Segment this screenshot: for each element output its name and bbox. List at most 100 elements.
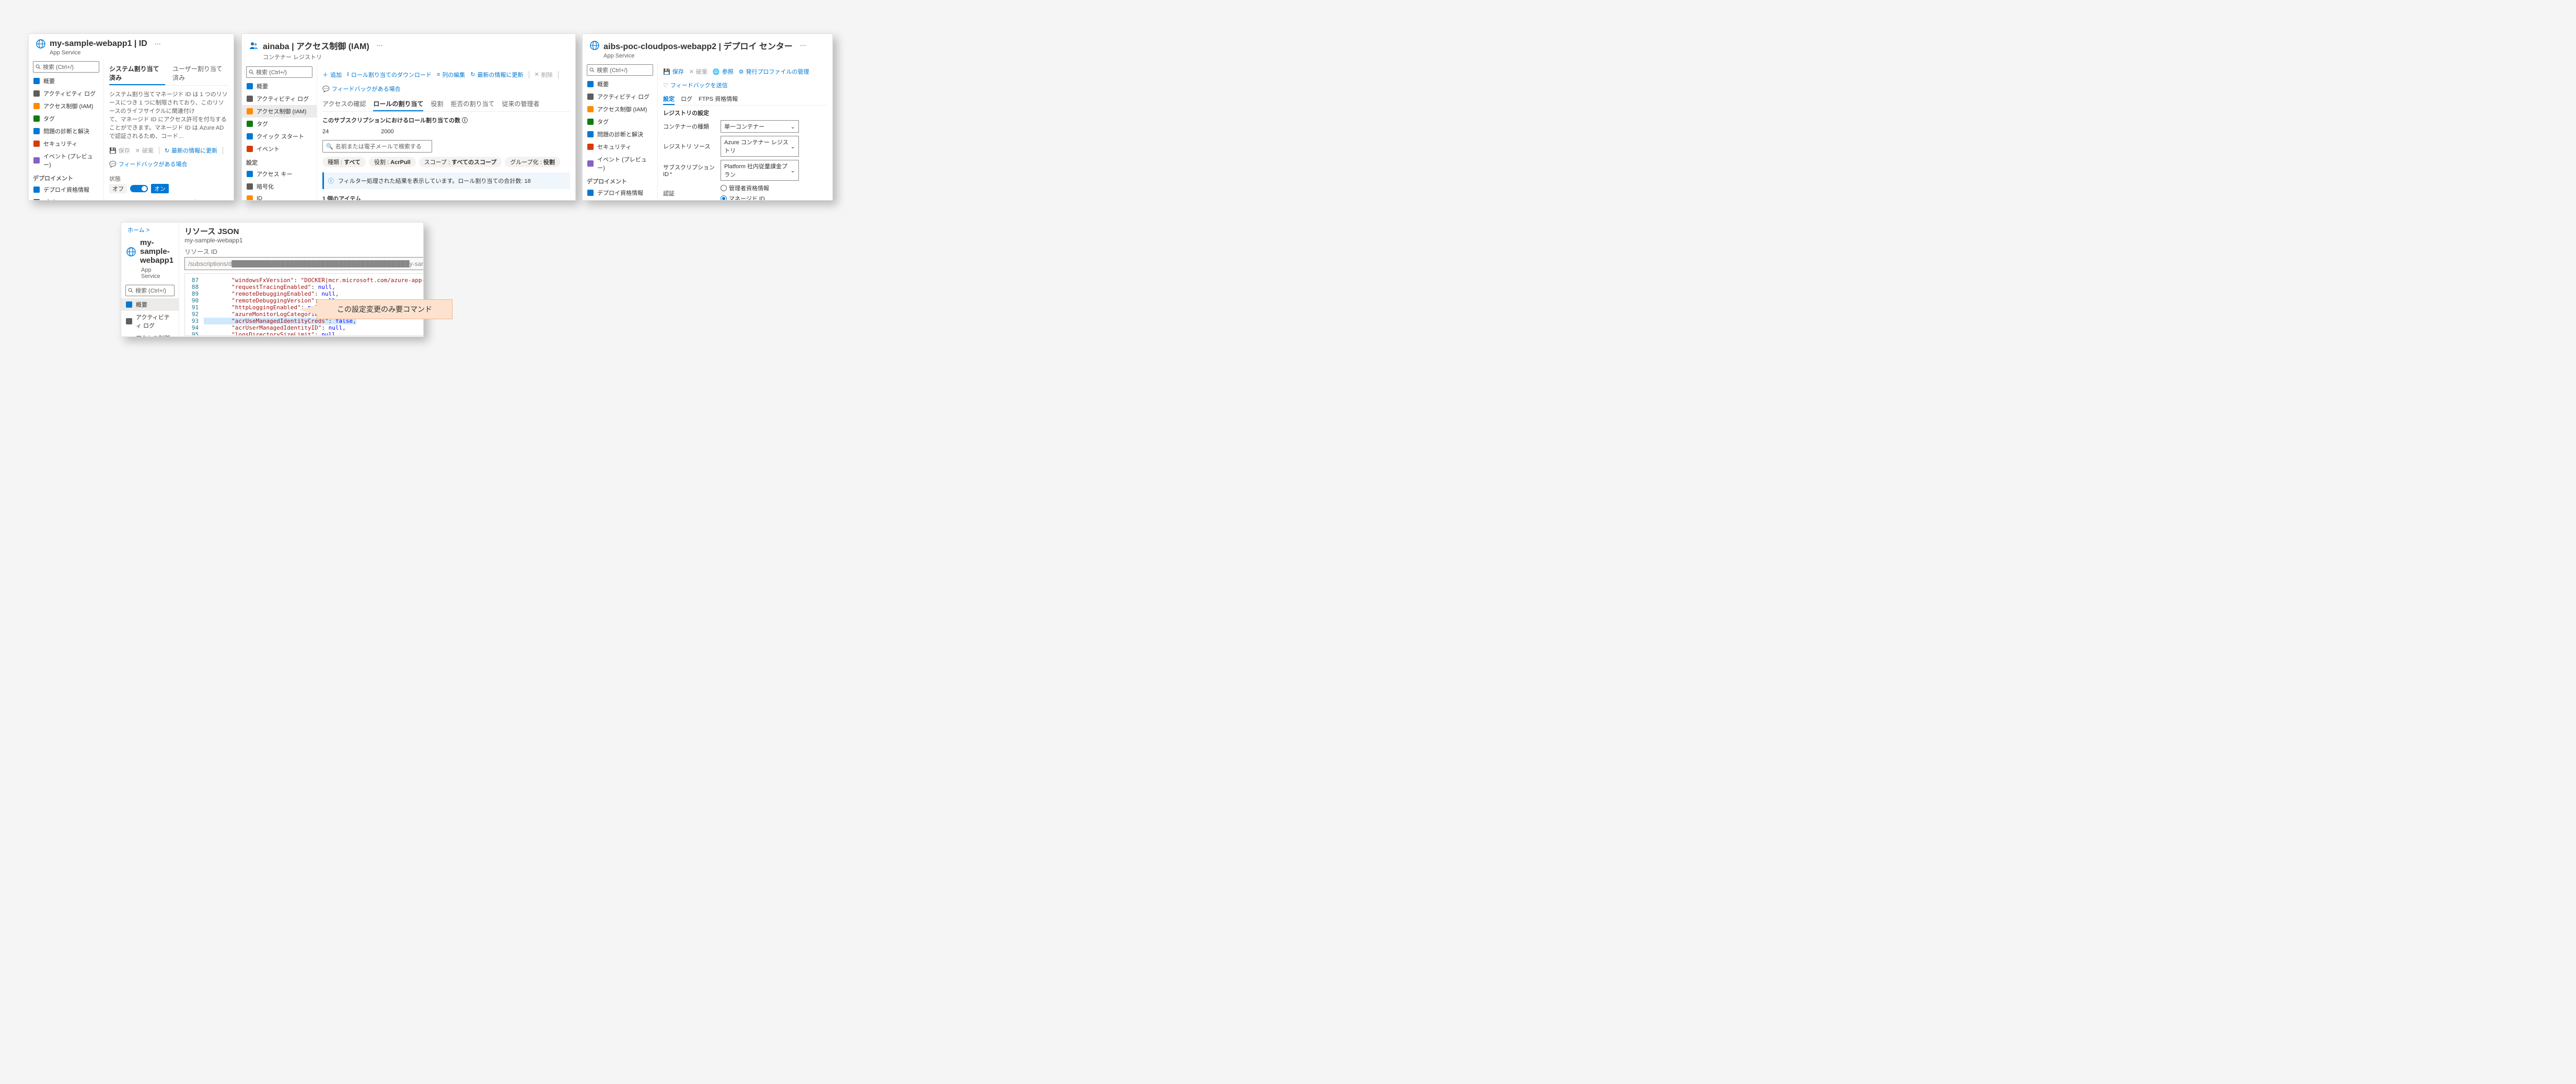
search-icon bbox=[128, 288, 133, 293]
iam-tabs: アクセスの確認 ロールの割り当て 役割 拒否の割り当て 従来の管理者 bbox=[322, 97, 570, 112]
panel-deployment-center: aibs-poc-cloudpos-webapp2 | デプロイ センター ⋯ … bbox=[582, 33, 833, 201]
delete-button: ✕削除 bbox=[535, 71, 553, 79]
refresh-button[interactable]: ↻最新の情報に更新 bbox=[470, 71, 523, 79]
filter-chip[interactable]: 種類 : すべて bbox=[322, 157, 366, 167]
menu-item-icon bbox=[587, 80, 594, 88]
search-icon bbox=[36, 64, 41, 69]
sidebar-search[interactable]: 検索 (Ctrl+/) bbox=[587, 64, 653, 76]
add-button[interactable]: ＋追加 bbox=[322, 71, 342, 79]
more-icon[interactable]: ⋯ bbox=[800, 42, 806, 49]
sidebar-item[interactable]: 概要 bbox=[29, 75, 103, 87]
sidebar-item[interactable]: アクティビティ ログ bbox=[29, 87, 103, 100]
tab-roles[interactable]: 役割 bbox=[431, 97, 443, 111]
more-icon[interactable]: ⋯ bbox=[377, 42, 383, 49]
filter-chip[interactable]: 役割 : AcrPull bbox=[369, 157, 416, 167]
menu-item-icon bbox=[246, 133, 253, 140]
sidebar-item[interactable]: タグ bbox=[583, 115, 657, 128]
registry-source-select[interactable]: Azure コンテナー レジストリ⌄ bbox=[721, 136, 799, 157]
panel3-title: aibs-poc-cloudpos-webapp2 | デプロイ センター bbox=[604, 39, 793, 52]
menu-item-icon bbox=[587, 143, 594, 150]
menu-item-icon bbox=[246, 170, 253, 178]
search-input[interactable]: 🔍名前または電子メールで検索する bbox=[322, 140, 432, 153]
tab-role-assignments[interactable]: ロールの割り当て bbox=[373, 97, 423, 111]
sidebar-item[interactable]: 概要 bbox=[583, 78, 657, 90]
columns-button[interactable]: ≡列の編集 bbox=[437, 71, 465, 79]
breadcrumb[interactable]: ホーム > bbox=[121, 223, 179, 236]
container-type-select[interactable]: 単一コンテナー⌄ bbox=[721, 120, 799, 133]
sidebar-item[interactable]: タグ bbox=[29, 112, 103, 125]
sidebar-item[interactable]: アクセス制御 (IAM) bbox=[583, 103, 657, 115]
sidebar-item[interactable]: クイック スタート bbox=[242, 130, 317, 143]
more-icon[interactable]: ⋯ bbox=[155, 40, 161, 48]
registry-section-title: レジストリの設定 bbox=[663, 109, 827, 117]
panel4-title: my-sample-webapp1 bbox=[140, 238, 173, 265]
sidebar-item[interactable]: イベント (プレビュー) bbox=[583, 153, 657, 174]
sidebar-item[interactable]: 問題の診断と解決 bbox=[583, 128, 657, 141]
chevron-down-icon: ⌄ bbox=[791, 123, 795, 130]
status-toggle[interactable]: オフ オン bbox=[109, 184, 169, 193]
resource-id-label: リソース ID bbox=[184, 247, 424, 256]
chevron-down-icon: ⌄ bbox=[791, 167, 795, 174]
auth-admin-radio[interactable]: 管理者資格情報 bbox=[721, 184, 769, 192]
menu-item-icon bbox=[246, 95, 253, 102]
tab-deny[interactable]: 拒否の割り当て bbox=[450, 97, 494, 111]
filter-chip[interactable]: グループ化 : 役割 bbox=[505, 157, 560, 167]
resource-id-field: /subscriptions/d████████████████████████… bbox=[184, 257, 424, 270]
auth-managed-radio[interactable]: マネージド ID bbox=[721, 194, 769, 201]
save-button[interactable]: 💾保存 bbox=[663, 67, 684, 76]
subscription-select[interactable]: Platform 社内従量課金プラン⌄ bbox=[721, 160, 799, 181]
sidebar-item[interactable]: デプロイ資格情報 bbox=[29, 183, 103, 196]
panel3-subtitle: App Service bbox=[583, 53, 832, 62]
count-total: 2000 bbox=[381, 129, 393, 135]
sidebar-item[interactable]: アクセス キー bbox=[242, 168, 317, 180]
feedback-button[interactable]: ♡フィードバックを送信 bbox=[663, 81, 728, 89]
feedback-button[interactable]: 💬フィードバックがある場合 bbox=[109, 160, 187, 168]
sidebar-item[interactable]: 暗号化 bbox=[242, 180, 317, 193]
sidebar-item[interactable]: デプロイ スロット bbox=[583, 199, 657, 201]
sidebar-item[interactable]: 概要 bbox=[242, 80, 317, 92]
chevron-down-icon: ⌄ bbox=[791, 143, 795, 150]
sidebar-item[interactable]: アクセス制御 (IAM) bbox=[242, 105, 317, 118]
tab-logs[interactable]: ログ bbox=[681, 94, 692, 105]
sidebar-item[interactable]: セキュリティ bbox=[583, 141, 657, 153]
counts-row: 24 2000 bbox=[322, 126, 570, 140]
sidebar-item[interactable]: アクティビティ ログ bbox=[583, 90, 657, 103]
tab-system-assigned[interactable]: システム割り当て済み bbox=[109, 62, 165, 85]
sidebar-item[interactable]: 概要 bbox=[121, 298, 179, 311]
identity-tabs: システム割り当て済み ユーザー割り当て済み bbox=[109, 62, 228, 86]
sidebar-item[interactable]: デプロイ スロット bbox=[29, 196, 103, 201]
sidebar-item[interactable]: タグ bbox=[242, 118, 317, 130]
sidebar-item[interactable]: ID bbox=[242, 193, 317, 201]
filter-chip[interactable]: スコープ : すべてのスコープ bbox=[419, 157, 502, 167]
sidebar-item[interactable]: アクセス制御 (IAM) bbox=[29, 100, 103, 112]
sidebar-search[interactable]: 検索 (Ctrl+/) bbox=[33, 61, 99, 73]
tab-settings[interactable]: 設定 bbox=[663, 94, 675, 105]
refresh-button[interactable]: ↻最新の情報に更新 bbox=[165, 146, 217, 155]
menu-item-icon bbox=[33, 115, 40, 122]
sidebar-item[interactable]: アクティビティ ログ bbox=[121, 311, 179, 332]
sidebar-search[interactable]: 検索 (Ctrl+/) bbox=[246, 66, 312, 78]
tab-ftps[interactable]: FTPS 資格情報 bbox=[699, 94, 738, 105]
sidebar-item[interactable]: セキュリティ bbox=[29, 137, 103, 150]
tab-check-access[interactable]: アクセスの確認 bbox=[322, 97, 366, 111]
feedback-icon: 💬 bbox=[109, 161, 117, 168]
tab-user-assigned[interactable]: ユーザー割り当て済み bbox=[172, 62, 228, 85]
sidebar-search[interactable]: 検索 (Ctrl+/) bbox=[125, 285, 175, 296]
tab-classic[interactable]: 従来の管理者 bbox=[502, 97, 539, 111]
sidebar-item[interactable]: イベント (プレビュー) bbox=[29, 150, 103, 171]
people-icon bbox=[249, 41, 259, 50]
download-button[interactable]: ⭳ロール割り当てのダウンロード bbox=[347, 69, 432, 79]
panel2-main: ＋追加 ⭳ロール割り当てのダウンロード ≡列の編集 ↻最新の情報に更新 ✕削除 … bbox=[317, 64, 575, 201]
sidebar-item[interactable]: 問題の診断と解決 bbox=[29, 125, 103, 137]
sidebar-item[interactable]: デプロイ資格情報 bbox=[583, 187, 657, 199]
info-icon: ⓘ bbox=[328, 177, 334, 185]
sidebar-item[interactable]: アクティビティ ログ bbox=[242, 92, 317, 105]
feedback-button[interactable]: 💬フィードバックがある場合 bbox=[322, 85, 400, 93]
browse-button[interactable]: 🌐参照 bbox=[713, 67, 734, 76]
menu-item-icon bbox=[587, 106, 594, 113]
sidebar-item[interactable]: イベント bbox=[242, 143, 317, 155]
sidebar-item[interactable]: アクセス制御 (IAM) bbox=[121, 332, 179, 337]
profile-button[interactable]: ⚙発行プロファイルの管理 bbox=[739, 67, 809, 76]
menu-item-icon bbox=[246, 195, 253, 201]
app-service-icon bbox=[126, 247, 136, 257]
